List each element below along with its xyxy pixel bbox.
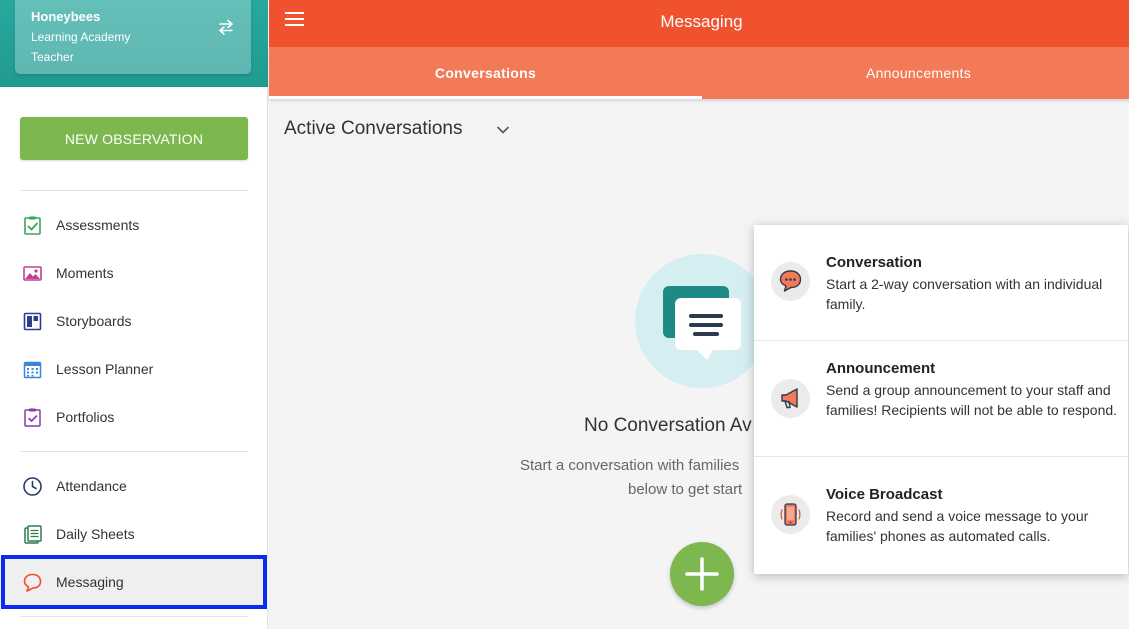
sidebar-divider xyxy=(20,451,248,452)
plus-icon xyxy=(685,557,719,591)
sidebar-item-label: Portfolios xyxy=(56,409,115,425)
menu-item-title: Conversation xyxy=(826,254,922,271)
daily-sheets-icon xyxy=(24,525,42,544)
chevron-down-icon[interactable] xyxy=(495,122,511,138)
sidebar-item-label: Daily Sheets xyxy=(56,526,135,542)
sidebar-divider xyxy=(20,616,248,617)
chat-bubble-icon xyxy=(23,573,42,592)
new-message-menu: Conversation Start a 2-way conversation … xyxy=(754,225,1128,574)
menu-item-conversation[interactable]: Conversation Start a 2-way conversation … xyxy=(754,225,1128,341)
storyboards-icon xyxy=(23,312,42,331)
sidebar-item-daily-sheets[interactable]: Daily Sheets xyxy=(0,510,268,558)
megaphone-icon xyxy=(771,379,810,418)
sidebar: Honeybees Learning Academy Teacher NEW O… xyxy=(0,0,268,629)
menu-item-voice-broadcast[interactable]: Voice Broadcast Record and send a voice … xyxy=(754,457,1128,574)
menu-item-title: Announcement xyxy=(826,360,936,377)
user-role: Teacher xyxy=(31,50,74,64)
new-message-button[interactable] xyxy=(670,542,734,606)
sidebar-item-label: Storyboards xyxy=(56,313,132,329)
assessments-icon xyxy=(24,216,41,235)
switch-arrows-icon[interactable] xyxy=(217,18,235,36)
school-switcher[interactable]: Honeybees Learning Academy Teacher xyxy=(15,0,251,74)
empty-state-text: below to get start xyxy=(628,481,743,498)
sidebar-header: Honeybees Learning Academy Teacher xyxy=(0,0,268,87)
school-name: Honeybees xyxy=(31,9,101,24)
conversation-filter-dropdown[interactable]: Active Conversations xyxy=(284,118,462,140)
menu-item-description: Record and send a voice message to your … xyxy=(826,508,1089,544)
conversation-icon xyxy=(771,262,810,301)
sidebar-item-label: Messaging xyxy=(56,574,124,590)
top-bar: Messaging xyxy=(269,0,1129,47)
tab-label: Announcements xyxy=(865,65,972,81)
empty-state-text: Start a conversation with families xyxy=(520,457,740,474)
clock-icon xyxy=(23,477,42,496)
tab-label: Conversations xyxy=(434,65,537,81)
portfolios-icon xyxy=(24,408,41,427)
empty-conversations-illustration xyxy=(635,254,769,388)
sidebar-item-assessments[interactable]: Assessments xyxy=(0,201,268,249)
sidebar-item-label: Lesson Planner xyxy=(56,361,154,377)
calendar-icon xyxy=(23,361,42,379)
sidebar-item-storyboards[interactable]: Storyboards xyxy=(0,297,268,345)
active-tab-indicator xyxy=(269,96,702,99)
sidebar-item-messaging[interactable]: Messaging xyxy=(0,558,268,606)
sidebar-item-attendance[interactable]: Attendance xyxy=(0,462,268,510)
sidebar-item-label: Assessments xyxy=(56,217,140,233)
tab-announcements[interactable]: Announcements xyxy=(702,47,1129,99)
empty-state-title: No Conversation Av xyxy=(584,415,752,436)
menu-item-title: Voice Broadcast xyxy=(826,486,943,503)
menu-item-description: Send a group announcement to your staff … xyxy=(826,382,1118,418)
sidebar-item-label: Moments xyxy=(56,265,114,281)
tab-bar: Conversations Announcements xyxy=(269,47,1129,99)
sidebar-divider xyxy=(20,190,248,191)
sidebar-item-lesson-planner[interactable]: Lesson Planner xyxy=(0,345,268,393)
phone-icon xyxy=(771,495,810,534)
new-observation-button[interactable]: NEW OBSERVATION xyxy=(20,117,248,160)
moments-icon xyxy=(23,266,42,281)
page-title: Messaging xyxy=(660,12,743,31)
school-subtitle: Learning Academy xyxy=(31,30,131,44)
tab-conversations[interactable]: Conversations xyxy=(269,47,702,99)
menu-item-description: Start a 2-way conversation with an indiv… xyxy=(826,276,1103,312)
sidebar-item-portfolios[interactable]: Portfolios xyxy=(0,393,268,441)
sidebar-item-label: Attendance xyxy=(56,478,127,494)
menu-item-announcement[interactable]: Announcement Send a group announcement t… xyxy=(754,341,1128,457)
sidebar-item-moments[interactable]: Moments xyxy=(0,249,268,297)
